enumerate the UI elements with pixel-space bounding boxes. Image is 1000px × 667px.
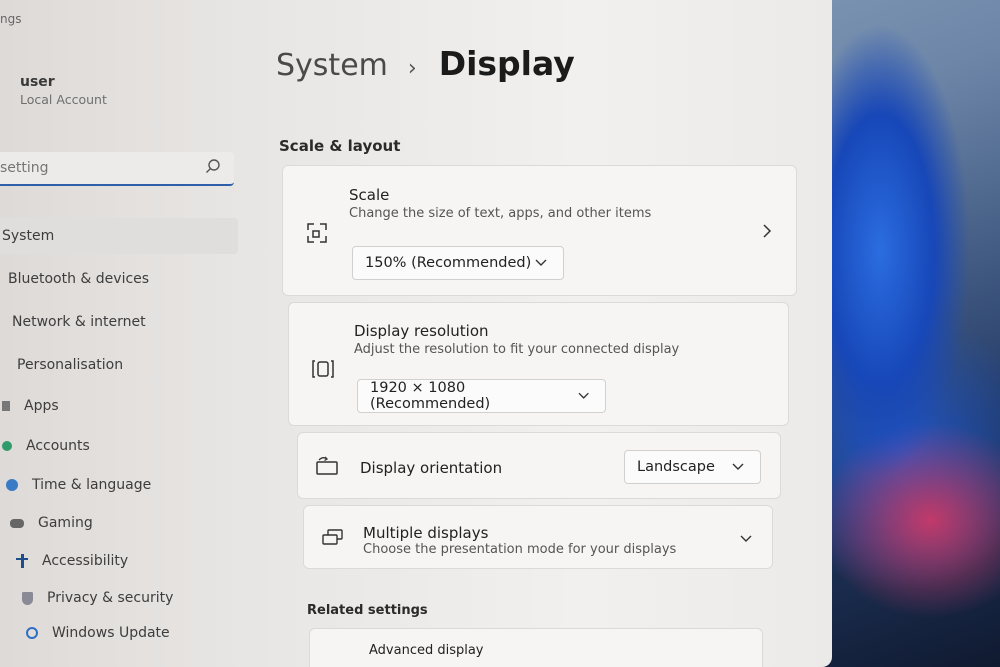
- orientation-dropdown-value: Landscape: [637, 459, 715, 475]
- chevron-right-icon[interactable]: [763, 224, 772, 238]
- orientation-icon: [316, 456, 338, 475]
- sidebar-item-time-language[interactable]: Time & language: [6, 467, 151, 503]
- chevron-down-icon: [578, 392, 589, 399]
- resolution-card: Display resolution Adjust the resolution…: [288, 302, 789, 426]
- section-heading-related-settings: Related settings: [307, 603, 428, 618]
- breadcrumb: System › Display: [276, 44, 575, 83]
- page-title: Display: [438, 44, 575, 83]
- sidebar-item-personalisation[interactable]: Personalisation: [17, 347, 123, 383]
- scale-dropdown[interactable]: 150% (Recommended): [352, 246, 564, 280]
- user-account-type: Local Account: [20, 92, 107, 107]
- update-icon: [26, 627, 38, 639]
- sidebar-item-bluetooth[interactable]: Bluetooth & devices: [8, 261, 149, 297]
- scale-title: Scale: [349, 186, 390, 204]
- advanced-display-title: Advanced display: [369, 643, 484, 658]
- resolution-icon: [312, 360, 334, 378]
- sidebar-item-label: Network & internet: [12, 314, 146, 330]
- breadcrumb-parent[interactable]: System: [276, 48, 388, 83]
- sidebar-item-accounts[interactable]: Accounts: [2, 428, 90, 464]
- multiple-displays-subtitle: Choose the presentation mode for your di…: [363, 542, 677, 557]
- chevron-down-icon[interactable]: [740, 535, 752, 543]
- search-input[interactable]: [0, 160, 190, 176]
- sidebar-item-label: Gaming: [38, 515, 93, 531]
- section-heading-scale-layout: Scale & layout: [279, 137, 401, 155]
- sidebar-item-label: Privacy & security: [47, 590, 174, 606]
- sidebar-item-label: Time & language: [32, 477, 152, 493]
- sidebar-item-label: Windows Update: [52, 625, 170, 641]
- sidebar-item-apps[interactable]: Apps: [2, 388, 59, 424]
- search-box[interactable]: [0, 152, 234, 186]
- shield-icon: [22, 591, 33, 605]
- sidebar-item-label: Personalisation: [17, 357, 124, 373]
- breadcrumb-separator: ›: [407, 56, 417, 81]
- accessibility-icon: [16, 554, 28, 568]
- orientation-card: Display orientation Landscape: [297, 432, 781, 499]
- scale-card[interactable]: Scale Change the size of text, apps, and…: [282, 165, 797, 296]
- sidebar-item-system[interactable]: System: [0, 218, 238, 254]
- window-title: ngs: [0, 12, 22, 26]
- orientation-title: Display orientation: [360, 459, 503, 477]
- chevron-down-icon: [732, 463, 744, 470]
- scale-dropdown-value: 150% (Recommended): [365, 255, 532, 271]
- accounts-icon: [2, 441, 12, 451]
- orientation-dropdown[interactable]: Landscape: [624, 450, 761, 484]
- sidebar-item-label: Apps: [24, 398, 59, 414]
- advanced-display-card[interactable]: Advanced display: [309, 628, 763, 667]
- resolution-dropdown[interactable]: 1920 × 1080 (Recommended): [357, 379, 606, 413]
- search-icon[interactable]: [204, 158, 222, 176]
- multiple-displays-icon: [322, 529, 343, 545]
- user-profile[interactable]: user Local Account: [20, 74, 107, 107]
- globe-icon: [6, 479, 18, 491]
- sidebar-item-gaming[interactable]: Gaming: [10, 505, 93, 541]
- sidebar-item-label: Accessibility: [42, 553, 129, 569]
- multiple-displays-card[interactable]: Multiple displays Choose the presentatio…: [303, 505, 773, 569]
- apps-icon: [2, 401, 10, 411]
- sidebar-item-accessibility[interactable]: Accessibility: [16, 543, 128, 579]
- sidebar-item-windows-update[interactable]: Windows Update: [26, 615, 170, 651]
- sidebar-item-label: Accounts: [26, 438, 90, 454]
- resolution-dropdown-value: 1920 × 1080 (Recommended): [370, 380, 491, 412]
- scale-subtitle: Change the size of text, apps, and other…: [349, 206, 652, 221]
- user-name: user: [20, 74, 55, 90]
- sidebar-item-label: System: [2, 228, 55, 244]
- settings-window: ngs user Local Account System Bluetooth …: [0, 0, 832, 667]
- resolution-subtitle: Adjust the resolution to fit your connec…: [354, 342, 680, 357]
- chevron-down-icon: [535, 259, 547, 266]
- scale-icon: [307, 223, 327, 243]
- sidebar-item-label: Bluetooth & devices: [8, 271, 150, 287]
- gamepad-icon: [10, 518, 24, 528]
- resolution-title: Display resolution: [354, 322, 489, 340]
- sidebar-item-privacy[interactable]: Privacy & security: [22, 580, 173, 616]
- multiple-displays-title: Multiple displays: [363, 524, 489, 542]
- sidebar-item-network[interactable]: Network & internet: [12, 304, 146, 340]
